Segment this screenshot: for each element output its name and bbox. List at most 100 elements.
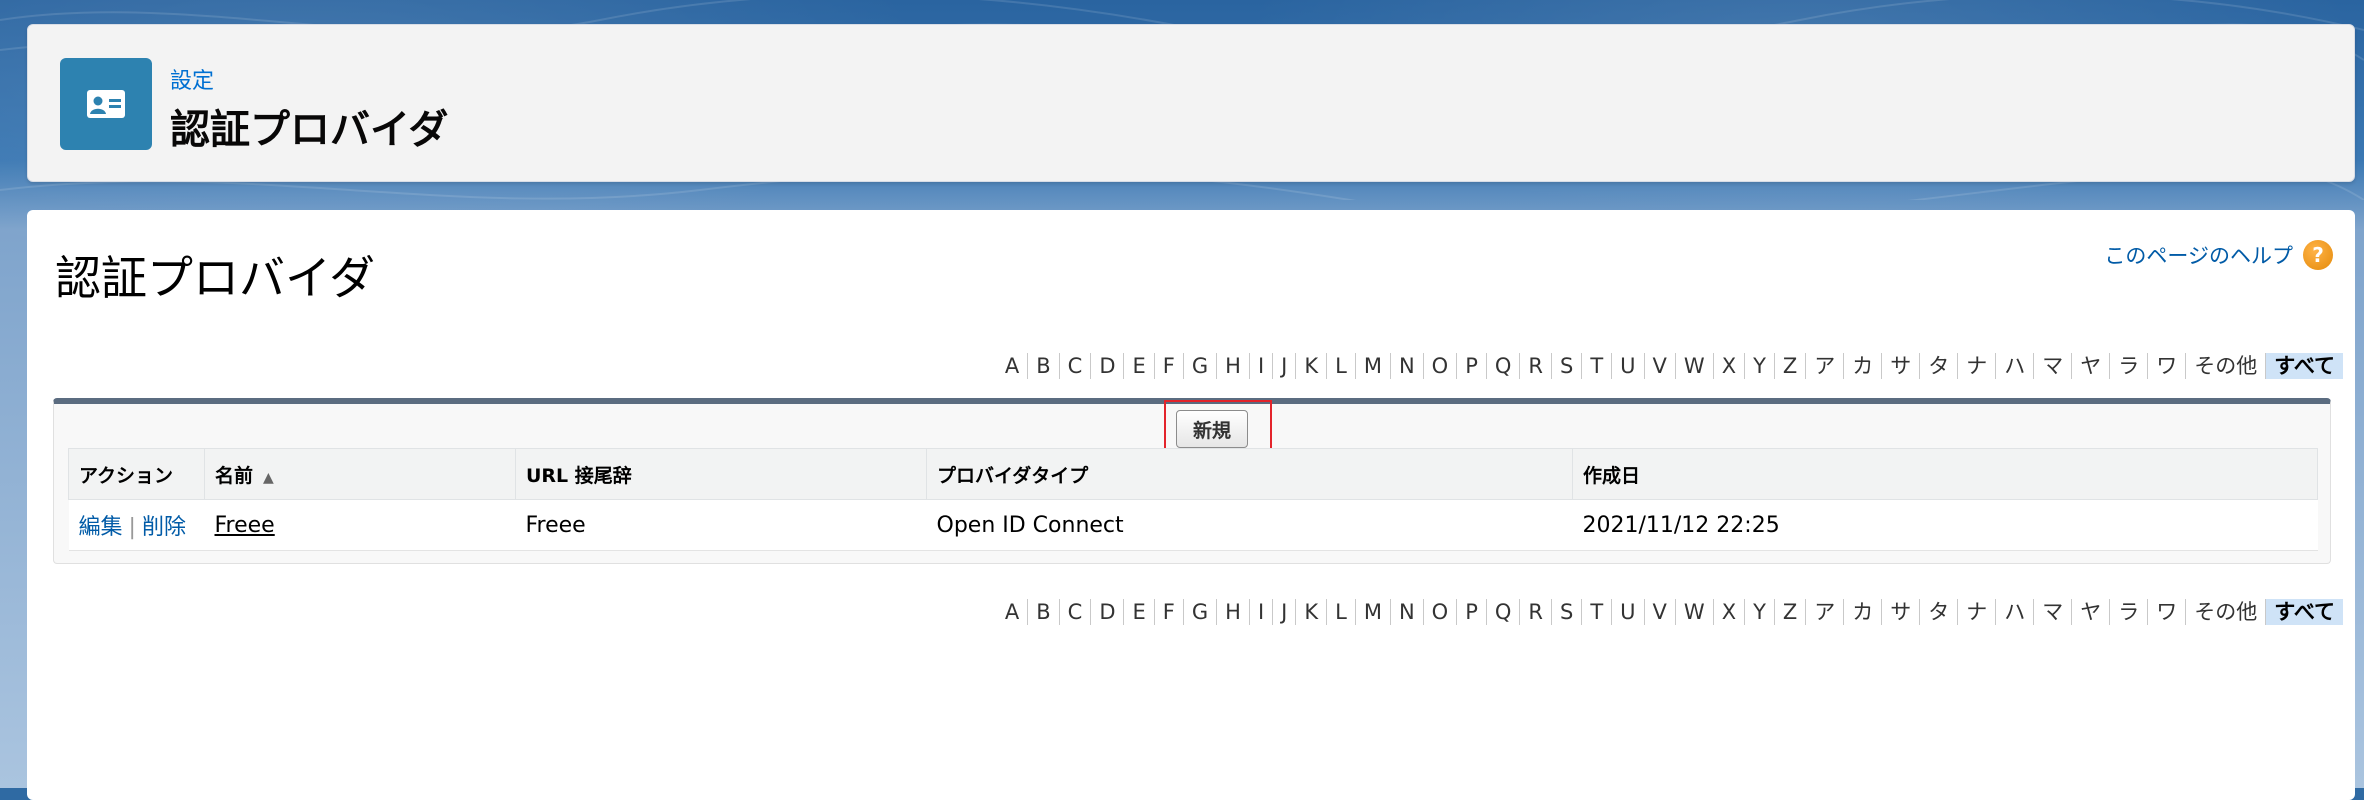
alphabet-filter-item[interactable]: ワ bbox=[2148, 599, 2187, 625]
alphabet-filter-item[interactable]: M bbox=[1356, 353, 1391, 379]
column-header-created[interactable]: 作成日 bbox=[1572, 448, 2318, 500]
alphabet-filter-item[interactable]: Q bbox=[1487, 353, 1521, 379]
alphabet-filter-item[interactable]: X bbox=[1714, 353, 1746, 379]
alphabet-filter-item[interactable]: M bbox=[1356, 599, 1391, 625]
page-title: 認証プロバイダ bbox=[170, 107, 449, 153]
alphabet-filter-item[interactable]: ナ bbox=[1958, 353, 1997, 379]
alphabet-filter-item[interactable]: T bbox=[1582, 353, 1613, 379]
alphabet-filter-item[interactable]: J bbox=[1273, 599, 1297, 625]
alphabet-filter-item[interactable]: カ bbox=[1844, 599, 1883, 625]
new-button[interactable]: 新規 bbox=[1176, 410, 1248, 448]
alphabet-filter-item[interactable]: その他 bbox=[2186, 599, 2267, 625]
alphabet-filter-item[interactable]: I bbox=[1250, 599, 1274, 625]
alphabet-filter-item[interactable]: G bbox=[1184, 599, 1218, 625]
alphabet-filter-item[interactable]: R bbox=[1520, 353, 1552, 379]
alphabet-filter-item[interactable]: マ bbox=[2034, 599, 2073, 625]
alphabet-filter-item[interactable]: O bbox=[1424, 599, 1458, 625]
alphabet-filter-item[interactable]: ヤ bbox=[2072, 599, 2111, 625]
alphabet-filter-item[interactable]: E bbox=[1124, 353, 1155, 379]
column-header-provider-type[interactable]: プロバイダタイプ bbox=[926, 448, 1573, 500]
question-icon[interactable]: ? bbox=[2303, 240, 2333, 270]
alphabet-filter-item[interactable]: N bbox=[1391, 599, 1424, 625]
alphabet-filter-item[interactable]: すべて bbox=[2266, 599, 2343, 625]
alphabet-filter-item[interactable]: S bbox=[1552, 353, 1583, 379]
alphabet-filter-item[interactable]: サ bbox=[1882, 599, 1921, 625]
table-header-row: アクション 名前 ▲ URL 接尾辞 プロバイダタイプ 作成日 bbox=[68, 448, 2318, 500]
alphabet-filter-item[interactable]: すべて bbox=[2266, 353, 2343, 379]
alphabet-filter-item[interactable]: N bbox=[1391, 353, 1424, 379]
alphabet-filter-item[interactable]: ハ bbox=[1996, 353, 2035, 379]
alphabet-filter-item[interactable]: L bbox=[1327, 353, 1356, 379]
alphabet-filter-item[interactable]: Z bbox=[1775, 353, 1807, 379]
alphabet-filter-item[interactable]: Q bbox=[1487, 599, 1521, 625]
alphabet-filter-item[interactable]: T bbox=[1582, 599, 1613, 625]
alphabet-filter-item[interactable]: D bbox=[1091, 599, 1125, 625]
alphabet-filter-item[interactable]: タ bbox=[1920, 599, 1959, 625]
contact-card-icon bbox=[60, 58, 152, 150]
alphabet-filter-item[interactable]: U bbox=[1612, 599, 1645, 625]
alphabet-filter-item[interactable]: K bbox=[1296, 599, 1328, 625]
alphabet-filter-item[interactable]: ワ bbox=[2148, 353, 2187, 379]
provider-list: 新規 アクション 名前 ▲ URL 接尾辞 プロバイダタイプ 作成日 編集 | 削除 … bbox=[53, 398, 2331, 564]
provider-table: アクション 名前 ▲ URL 接尾辞 プロバイダタイプ 作成日 編集 | 削除 Fre… bbox=[68, 448, 2318, 551]
column-header-url-suffix[interactable]: URL 接尾辞 bbox=[515, 448, 927, 500]
alphabet-filter-item[interactable]: C bbox=[1060, 599, 1092, 625]
alphabet-filter-item[interactable]: ラ bbox=[2110, 599, 2149, 625]
alphabet-filter-bottom: A B C D E F G H I J K L M N O P Q R S T U V W X Y Z アカサタナハマヤラワその他す… bbox=[997, 599, 2343, 625]
alphabet-filter-item[interactable]: E bbox=[1124, 599, 1155, 625]
alphabet-filter-item[interactable]: Y bbox=[1745, 353, 1775, 379]
alphabet-filter-item[interactable]: A bbox=[997, 599, 1029, 625]
alphabet-filter-item[interactable]: ハ bbox=[1996, 599, 2035, 625]
edit-link[interactable]: 編集 bbox=[79, 515, 123, 540]
alphabet-filter-item[interactable]: マ bbox=[2034, 353, 2073, 379]
alphabet-filter-item[interactable]: F bbox=[1155, 599, 1184, 625]
alphabet-filter-item[interactable]: ア bbox=[1806, 353, 1845, 379]
alphabet-filter-item[interactable]: W bbox=[1676, 599, 1714, 625]
alphabet-filter-item[interactable]: O bbox=[1424, 353, 1458, 379]
alphabet-filter-item[interactable]: V bbox=[1645, 599, 1676, 625]
alphabet-filter-item[interactable]: その他 bbox=[2186, 353, 2267, 379]
alphabet-filter-item[interactable]: ヤ bbox=[2072, 353, 2111, 379]
alphabet-filter-item[interactable]: ア bbox=[1806, 599, 1845, 625]
column-header-name[interactable]: 名前 ▲ bbox=[204, 448, 516, 500]
alphabet-filter-item[interactable]: タ bbox=[1920, 353, 1959, 379]
alphabet-filter-item[interactable]: K bbox=[1296, 353, 1328, 379]
alphabet-filter-item[interactable]: V bbox=[1645, 353, 1676, 379]
help-section: このページのヘルプ ? bbox=[2104, 240, 2333, 270]
alphabet-filter-item[interactable]: R bbox=[1520, 599, 1552, 625]
alphabet-filter-item[interactable]: P bbox=[1457, 353, 1487, 379]
alphabet-filter-item[interactable]: U bbox=[1612, 353, 1645, 379]
alphabet-filter-item[interactable]: A bbox=[997, 353, 1029, 379]
alphabet-filter-item[interactable]: サ bbox=[1882, 353, 1921, 379]
alphabet-filter-item[interactable]: W bbox=[1676, 353, 1714, 379]
alphabet-filter-item[interactable]: J bbox=[1273, 353, 1297, 379]
main-content: 認証プロバイダ このページのヘルプ ? ABCDEFGHIJKLMNOPQRST… bbox=[27, 210, 2355, 800]
help-link[interactable]: このページのヘルプ bbox=[2104, 240, 2293, 270]
alphabet-filter-item[interactable]: H bbox=[1217, 599, 1250, 625]
alphabet-filter-item[interactable]: Z bbox=[1775, 599, 1807, 625]
alphabet-filter-item[interactable]: C bbox=[1060, 353, 1092, 379]
alphabet-filter-item[interactable]: D bbox=[1091, 353, 1125, 379]
alphabet-filter-item[interactable]: L bbox=[1327, 599, 1356, 625]
action-cell: 編集 | 削除 bbox=[68, 499, 205, 551]
alphabet-filter-item[interactable]: B bbox=[1028, 353, 1060, 379]
alphabet-filter-item[interactable]: F bbox=[1155, 353, 1184, 379]
alphabet-filter-item[interactable]: H bbox=[1217, 353, 1250, 379]
alphabet-filter-item[interactable]: I bbox=[1250, 353, 1274, 379]
alphabet-filter-item[interactable]: S bbox=[1552, 599, 1583, 625]
breadcrumb-setup[interactable]: 設定 bbox=[170, 63, 214, 95]
page-header: 設定 認証プロバイダ bbox=[27, 24, 2355, 182]
delete-link[interactable]: 削除 bbox=[142, 515, 186, 540]
action-separator: | bbox=[128, 515, 136, 540]
arrow-up-icon: ▲ bbox=[263, 469, 274, 486]
alphabet-filter-item[interactable]: ラ bbox=[2110, 353, 2149, 379]
alphabet-filter-item[interactable]: P bbox=[1457, 599, 1487, 625]
alphabet-filter-item[interactable]: ナ bbox=[1958, 599, 1997, 625]
alphabet-filter-item[interactable]: X bbox=[1714, 599, 1746, 625]
alphabet-filter-item[interactable]: G bbox=[1184, 353, 1218, 379]
alphabet-filter-item[interactable]: カ bbox=[1844, 353, 1883, 379]
provider-name-link[interactable]: Freee bbox=[215, 513, 275, 538]
name-cell: Freee bbox=[204, 499, 516, 551]
alphabet-filter-item[interactable]: Y bbox=[1745, 599, 1775, 625]
alphabet-filter-item[interactable]: B bbox=[1028, 599, 1060, 625]
